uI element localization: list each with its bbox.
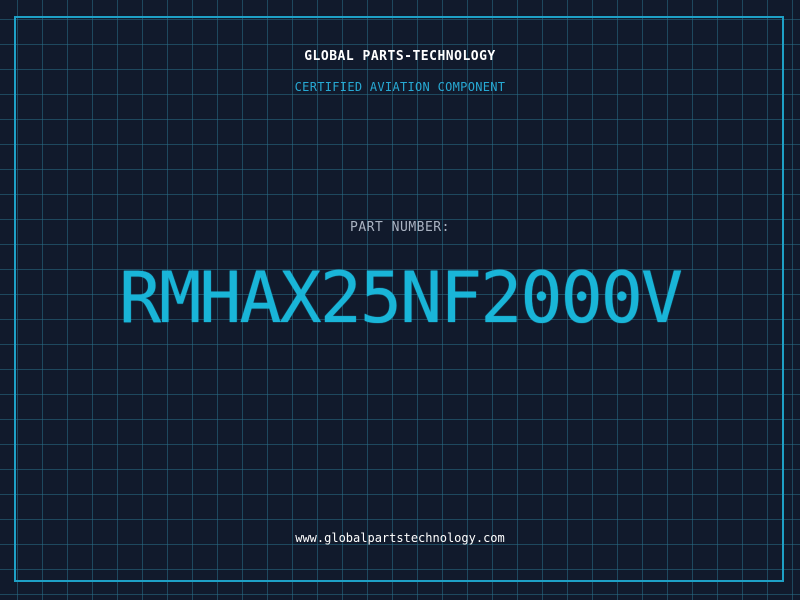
website-url: www.globalpartstechnology.com [295, 531, 505, 545]
certification-subtitle: CERTIFIED AVIATION COMPONENT [294, 80, 506, 94]
part-number-label: PART NUMBER: [350, 220, 450, 235]
part-number: RMHAX25NF2000V [118, 257, 683, 339]
company-name: GLOBAL PARTS-TECHNOLOGY [304, 49, 496, 64]
